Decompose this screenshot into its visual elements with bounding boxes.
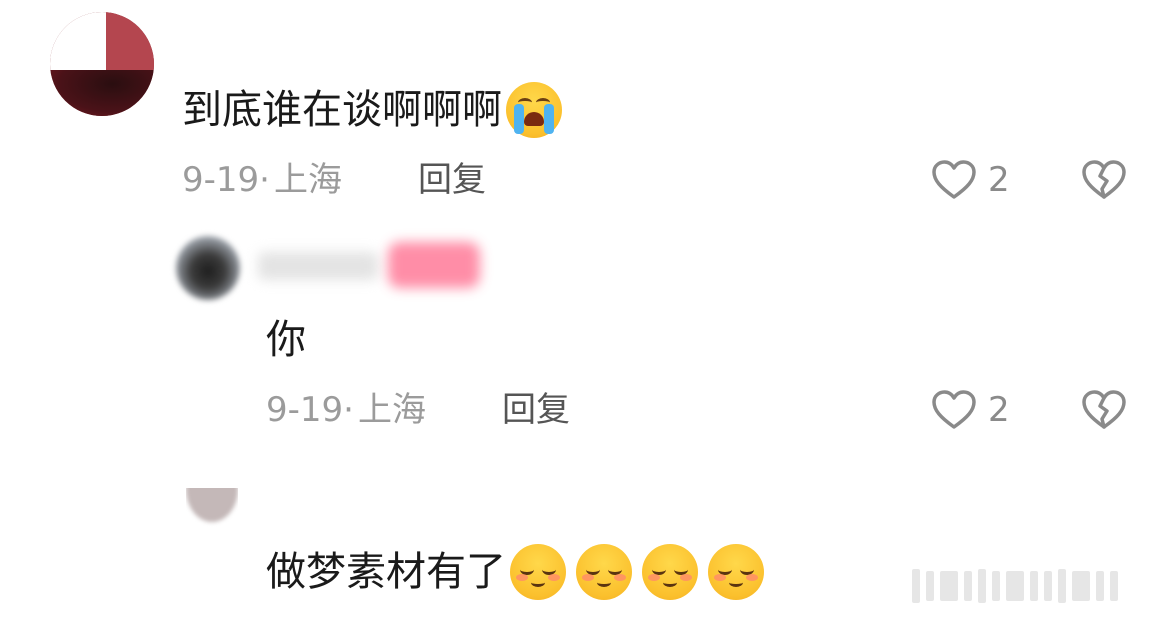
smiling-blushing-face-icon bbox=[510, 544, 566, 600]
avatar[interactable] bbox=[50, 12, 154, 116]
avatar-image-area bbox=[106, 12, 154, 70]
reply-button[interactable]: 回复 bbox=[418, 160, 486, 200]
username-blurred[interactable] bbox=[258, 252, 378, 280]
comment-meta: 9-19· 上海 bbox=[266, 390, 426, 430]
comment-date: 9-19 bbox=[182, 160, 260, 200]
like-heart-icon[interactable] bbox=[930, 386, 978, 434]
comment-location: 上海 bbox=[273, 160, 342, 200]
watermark bbox=[912, 566, 1168, 606]
loudly-crying-face-icon bbox=[506, 82, 562, 138]
broken-heart-icon[interactable] bbox=[1080, 386, 1128, 434]
smiling-blushing-face-icon bbox=[576, 544, 632, 600]
comment-text: 到底谁在谈啊啊啊 bbox=[182, 82, 562, 138]
meta-separator: · bbox=[343, 390, 354, 430]
like-heart-icon[interactable] bbox=[930, 156, 978, 204]
avatar-image-area bbox=[50, 70, 154, 116]
smiling-blushing-face-icon bbox=[708, 544, 764, 600]
comment-location: 上海 bbox=[357, 390, 426, 430]
like-count: 2 bbox=[988, 160, 1010, 200]
comment-text: 你 bbox=[266, 316, 306, 364]
comment-text: 做梦素材有了 bbox=[266, 544, 764, 600]
comment-text-content: 到底谁在谈啊啊啊 bbox=[182, 87, 502, 133]
meta-separator: · bbox=[259, 160, 270, 200]
avatar[interactable] bbox=[176, 236, 240, 300]
comment-meta: 9-19· 上海 bbox=[182, 160, 342, 200]
smiling-blushing-face-icon bbox=[642, 544, 698, 600]
comment-text-content: 你 bbox=[266, 317, 306, 363]
broken-heart-icon[interactable] bbox=[1080, 156, 1128, 204]
avatar[interactable] bbox=[186, 488, 238, 528]
author-tag-blurred bbox=[388, 242, 480, 288]
comment-text-content: 做梦素材有了 bbox=[266, 549, 506, 595]
comment-date: 9-19 bbox=[266, 390, 344, 430]
reply-button[interactable]: 回复 bbox=[502, 390, 570, 430]
like-count: 2 bbox=[988, 390, 1010, 430]
